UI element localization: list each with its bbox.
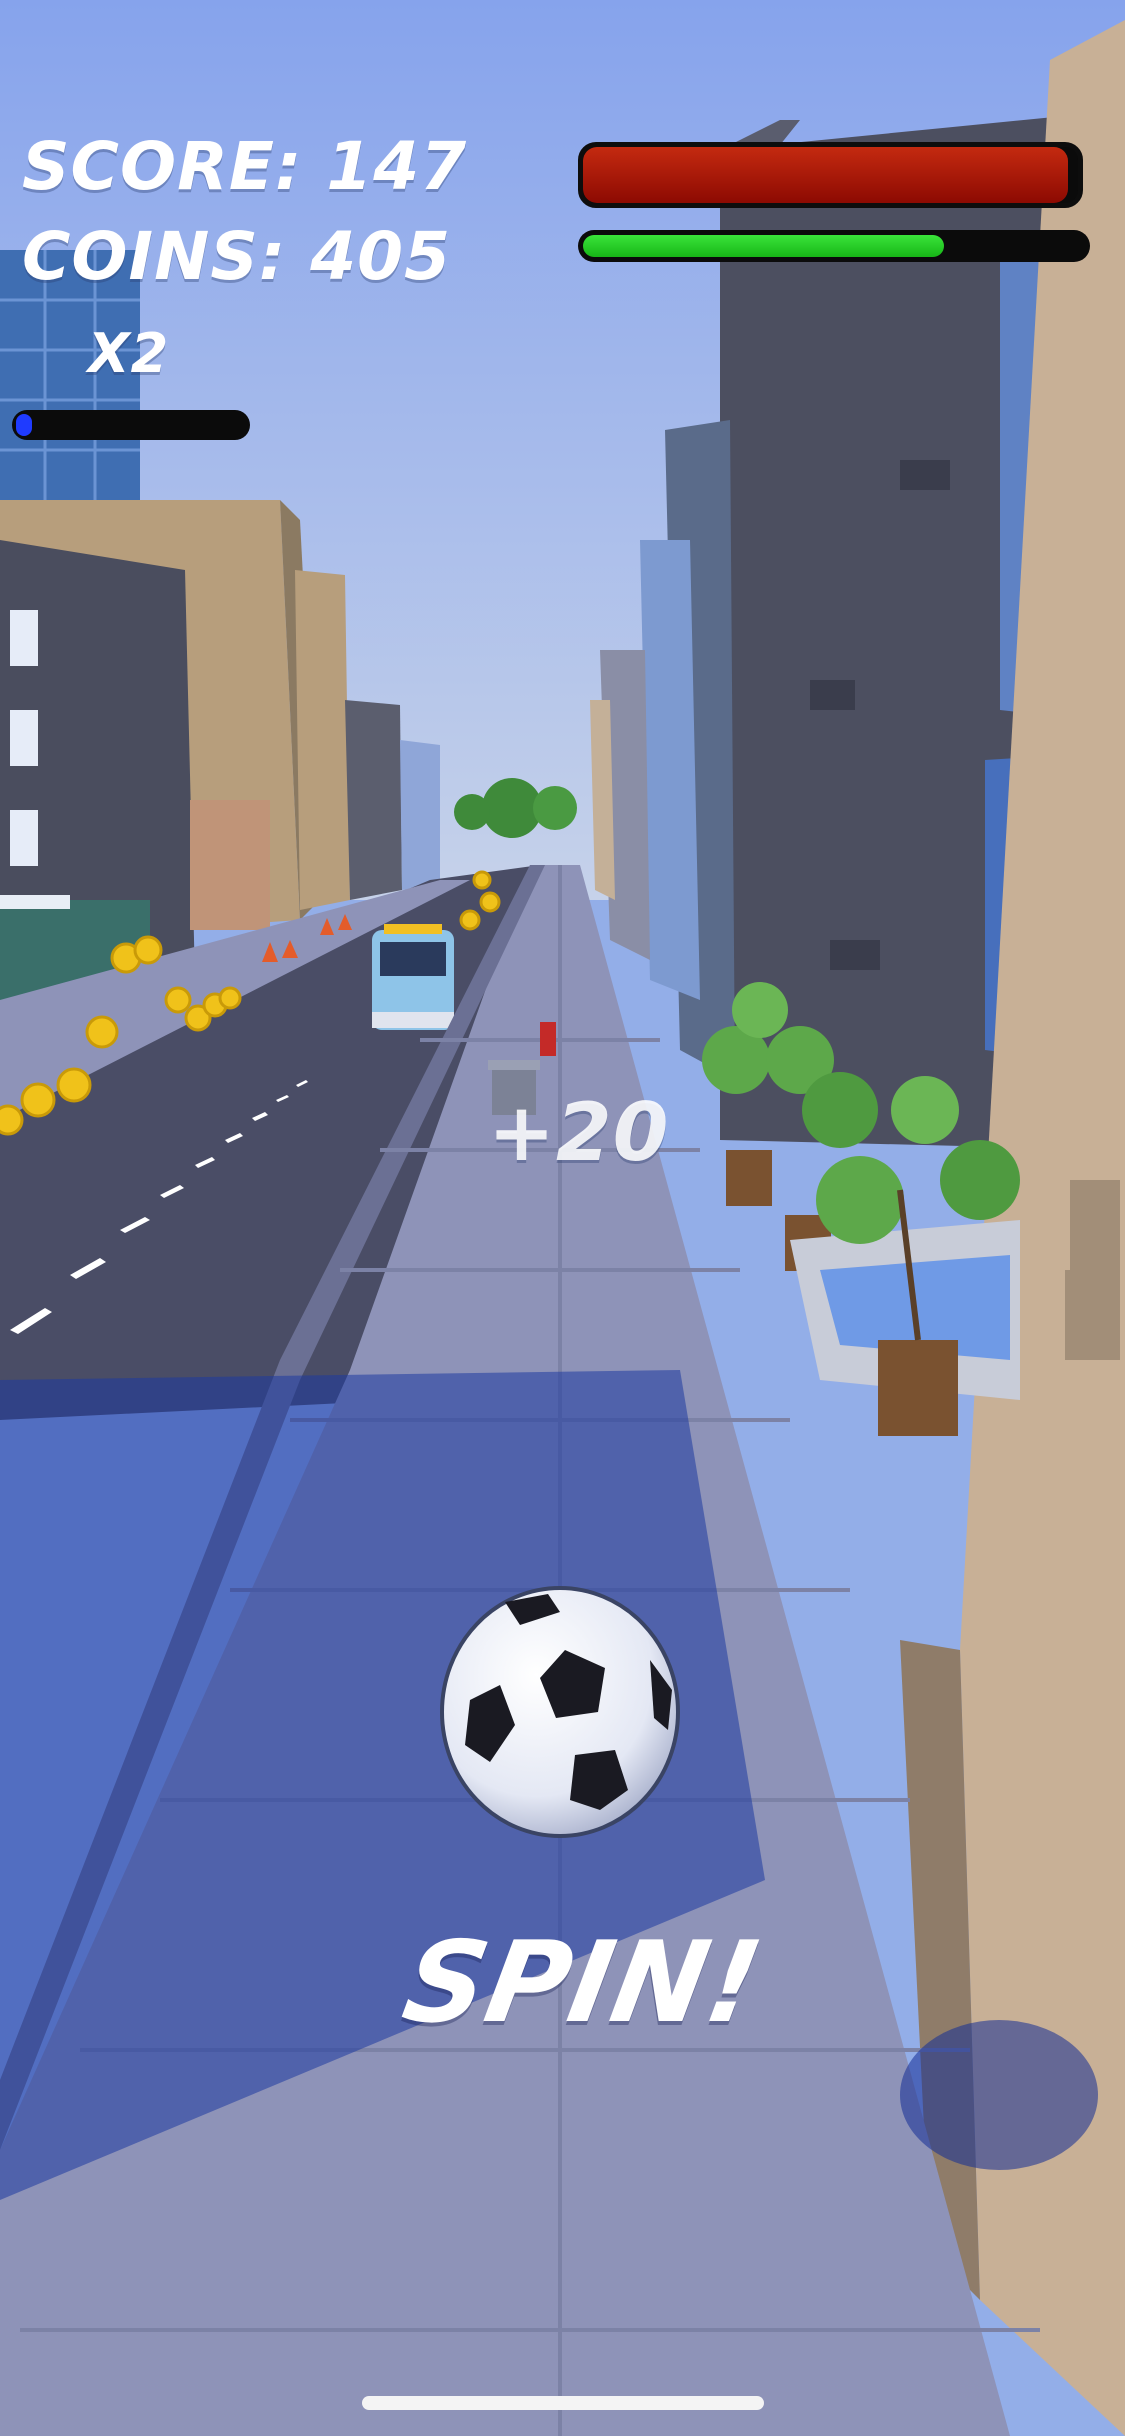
red-cup: [540, 1022, 556, 1056]
boost-meter: [12, 410, 250, 440]
score-popup: +20: [488, 1086, 670, 1179]
soccer-ball: [440, 1586, 680, 1838]
energy-bar: [578, 230, 1090, 262]
boost-meter-fill: [16, 414, 32, 436]
health-bar: [578, 142, 1083, 208]
home-indicator[interactable]: [362, 2396, 764, 2410]
game-screen[interactable]: SCORE: 147 COINS: 405 X2 +20 SPIN!: [0, 0, 1125, 2436]
touch-joystick[interactable]: [900, 2020, 1098, 2170]
energy-bar-fill: [583, 235, 944, 257]
van: [372, 924, 454, 1030]
coins-label: COINS: 405: [22, 218, 452, 295]
spin-action-label: SPIN!: [394, 1918, 772, 2048]
health-bar-fill: [583, 147, 1068, 203]
score-label: SCORE: 147: [22, 128, 468, 205]
multiplier-label: X2: [88, 322, 170, 385]
